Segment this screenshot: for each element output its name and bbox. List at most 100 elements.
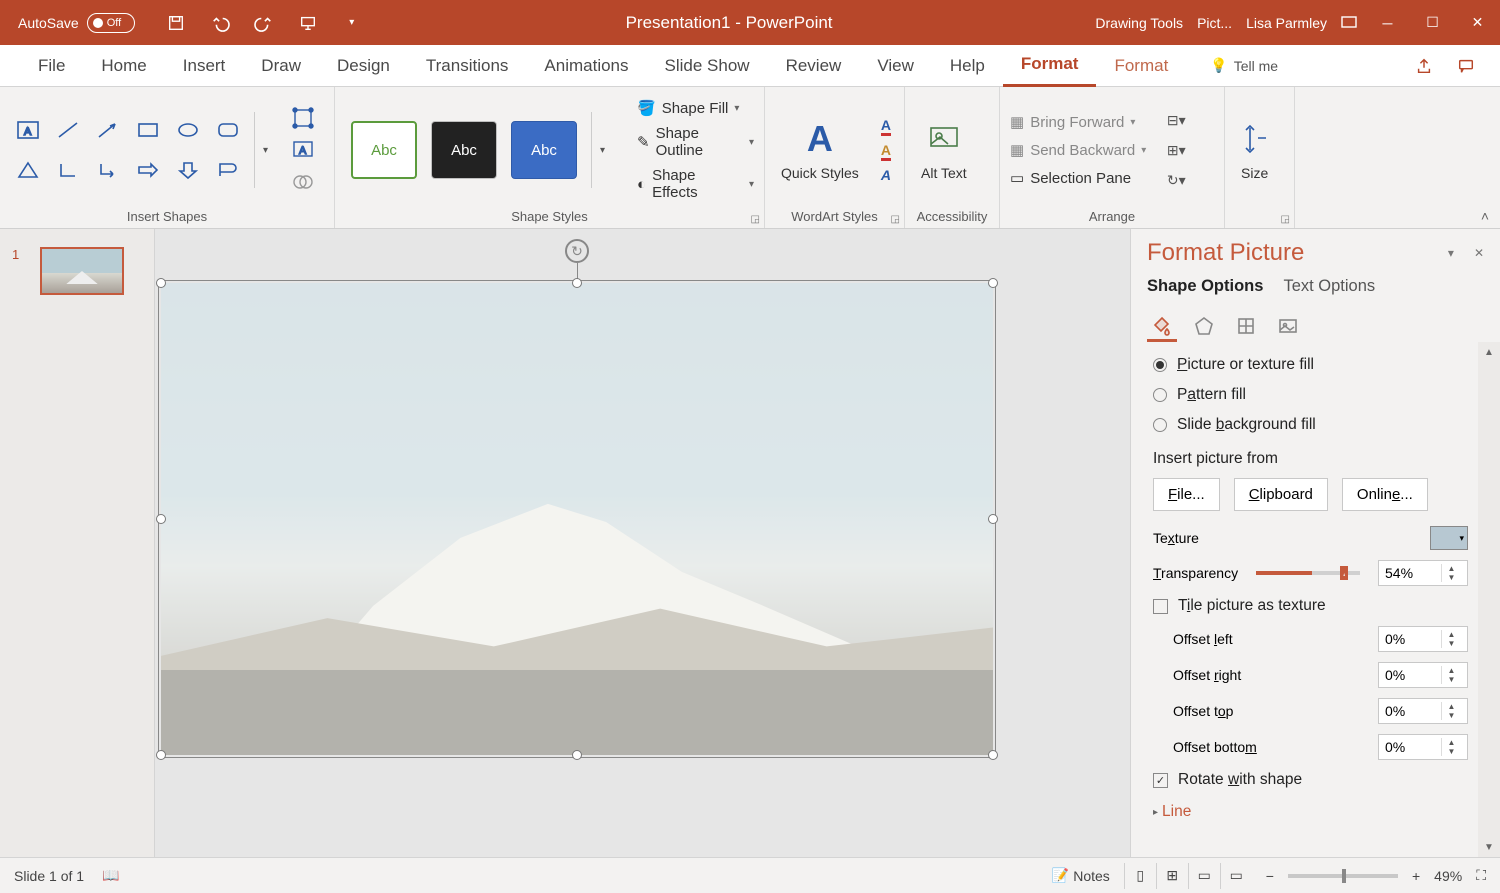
transparency-slider[interactable] [1256, 571, 1360, 575]
pattern-fill-radio[interactable]: Pattern fill [1153, 380, 1494, 410]
tab-draw[interactable]: Draw [243, 45, 319, 87]
transparency-spinner[interactable]: ▲▼ [1378, 560, 1468, 586]
zoom-level[interactable]: 49% [1434, 868, 1462, 884]
triangle-icon[interactable] [10, 152, 46, 188]
online-button[interactable]: Online... [1342, 478, 1428, 511]
normal-view-icon[interactable]: ▯ [1124, 863, 1156, 889]
selected-picture[interactable]: ↻ [161, 283, 993, 755]
zoom-in-icon[interactable]: + [1412, 868, 1420, 884]
textbox2-icon[interactable]: A [290, 137, 316, 163]
sorter-view-icon[interactable]: ⊞ [1156, 863, 1188, 889]
shape-style-gallery[interactable]: Abc Abc Abc ▾ [345, 112, 619, 188]
style-preset-1[interactable]: Abc [351, 121, 417, 179]
transparency-input[interactable] [1379, 565, 1441, 581]
oval-icon[interactable] [170, 112, 206, 148]
comments-icon[interactable] [1452, 52, 1480, 80]
edit-shape-icon[interactable] [290, 105, 316, 131]
close-icon[interactable]: ✕ [1455, 0, 1500, 45]
slide-canvas[interactable]: ↻ [155, 229, 1130, 857]
pane-close-icon[interactable]: ✕ [1474, 246, 1484, 260]
tab-format-drawing[interactable]: Format [1003, 45, 1097, 87]
shape-effects-button[interactable]: ◐Shape Effects▾ [637, 167, 754, 201]
pane-scrollbar[interactable]: ▲ ▼ [1478, 342, 1500, 857]
style-more-icon[interactable]: ▾ [591, 112, 613, 188]
alt-text-button[interactable]: Alt Text [915, 119, 973, 181]
tile-checkbox[interactable]: Tile picture as texture [1153, 591, 1494, 621]
text-options-tab[interactable]: Text Options [1283, 277, 1375, 302]
tab-home[interactable]: Home [83, 45, 164, 87]
autosave-toggle[interactable]: Off [87, 13, 135, 33]
rotate-with-shape-checkbox[interactable]: ✓Rotate with shape [1153, 765, 1494, 795]
clipboard-button[interactable]: Clipboard [1234, 478, 1328, 511]
offset-left-input[interactable] [1379, 631, 1441, 647]
resize-handle-tl[interactable] [156, 278, 166, 288]
resize-handle-tm[interactable] [572, 278, 582, 288]
offset-top-spinner[interactable]: ▲▼ [1378, 698, 1468, 724]
shape-styles-launcher-icon[interactable]: ◲ [751, 214, 760, 225]
resize-handle-tr[interactable] [988, 278, 998, 288]
tab-slideshow[interactable]: Slide Show [647, 45, 768, 87]
minimize-icon[interactable]: ─ [1365, 0, 1410, 45]
slide-thumbnail-1[interactable] [40, 247, 124, 295]
resize-handle-ml[interactable] [156, 514, 166, 524]
resize-handle-br[interactable] [988, 750, 998, 760]
shape-gallery[interactable]: A [10, 112, 246, 188]
zoom-out-icon[interactable]: − [1266, 868, 1274, 884]
effects-pane-icon[interactable] [1189, 312, 1219, 342]
reading-view-icon[interactable]: ▭ [1188, 863, 1220, 889]
tell-me[interactable]: 💡 Tell me [1210, 57, 1278, 74]
collapse-ribbon-icon[interactable]: ˄ [1470, 87, 1500, 228]
wordart-launcher-icon[interactable]: ◲ [891, 214, 900, 225]
quick-styles-button[interactable]: Quick Styles [775, 165, 865, 181]
tab-file[interactable]: File [20, 45, 83, 87]
style-preset-3[interactable]: Abc [511, 121, 577, 179]
align-icon[interactable]: ⊟▾ [1164, 110, 1188, 130]
down-arrow-icon[interactable] [170, 152, 206, 188]
bring-forward-button[interactable]: ▦Bring Forward▾ [1010, 113, 1146, 131]
rectangle-icon[interactable] [130, 112, 166, 148]
elbow-arrow-icon[interactable] [90, 152, 126, 188]
autosave[interactable]: AutoSave Off [0, 13, 153, 33]
scroll-up-icon[interactable]: ▲ [1478, 342, 1500, 362]
notes-button[interactable]: 📝Notes [1052, 867, 1110, 884]
tab-animations[interactable]: Animations [526, 45, 646, 87]
tab-transitions[interactable]: Transitions [408, 45, 527, 87]
tab-view[interactable]: View [859, 45, 932, 87]
line-icon[interactable] [50, 112, 86, 148]
tab-review[interactable]: Review [768, 45, 860, 87]
shape-options-tab[interactable]: Shape Options [1147, 277, 1263, 302]
selection-pane-button[interactable]: ▭Selection Pane [1010, 169, 1146, 187]
tab-design[interactable]: Design [319, 45, 408, 87]
picture-fill-radio[interactable]: Picture or texture fill [1153, 350, 1494, 380]
spellcheck-icon[interactable]: 📖 [102, 867, 119, 884]
fill-icon[interactable] [1147, 312, 1177, 342]
qat-more-icon[interactable]: ▾ [341, 12, 363, 34]
l-shape-icon[interactable] [50, 152, 86, 188]
size-pane-icon[interactable] [1231, 312, 1261, 342]
offset-right-spinner[interactable]: ▲▼ [1378, 662, 1468, 688]
share-icon[interactable] [1410, 52, 1438, 80]
slideshow-view-icon[interactable]: ▭ [1220, 863, 1252, 889]
rounded-rect-icon[interactable] [210, 112, 246, 148]
rotate-handle[interactable]: ↻ [565, 239, 589, 263]
shapes-more-icon[interactable]: ▾ [254, 112, 276, 188]
shape-outline-button[interactable]: ✎Shape Outline▾ [637, 125, 754, 159]
offset-right-input[interactable] [1379, 667, 1441, 683]
save-icon[interactable] [165, 12, 187, 34]
offset-top-input[interactable] [1379, 703, 1441, 719]
block-arrow-icon[interactable] [130, 152, 166, 188]
picture-pane-icon[interactable] [1273, 312, 1303, 342]
ribbon-display-icon[interactable] [1341, 15, 1357, 31]
arrow-line-icon[interactable] [90, 112, 126, 148]
file-button[interactable]: File... [1153, 478, 1220, 511]
offset-bottom-spinner[interactable]: ▲▼ [1378, 734, 1468, 760]
present-icon[interactable] [297, 12, 319, 34]
shape-fill-button[interactable]: 🪣Shape Fill▾ [637, 99, 754, 117]
size-button[interactable]: Size [1235, 119, 1274, 181]
offset-bottom-input[interactable] [1379, 739, 1441, 755]
text-fill-icon[interactable]: A [881, 117, 891, 136]
send-backward-button[interactable]: ▦Send Backward▾ [1010, 141, 1146, 159]
rotate-icon[interactable]: ↻▾ [1164, 170, 1188, 190]
tab-format-picture[interactable]: Format [1096, 45, 1186, 87]
resize-handle-mr[interactable] [988, 514, 998, 524]
